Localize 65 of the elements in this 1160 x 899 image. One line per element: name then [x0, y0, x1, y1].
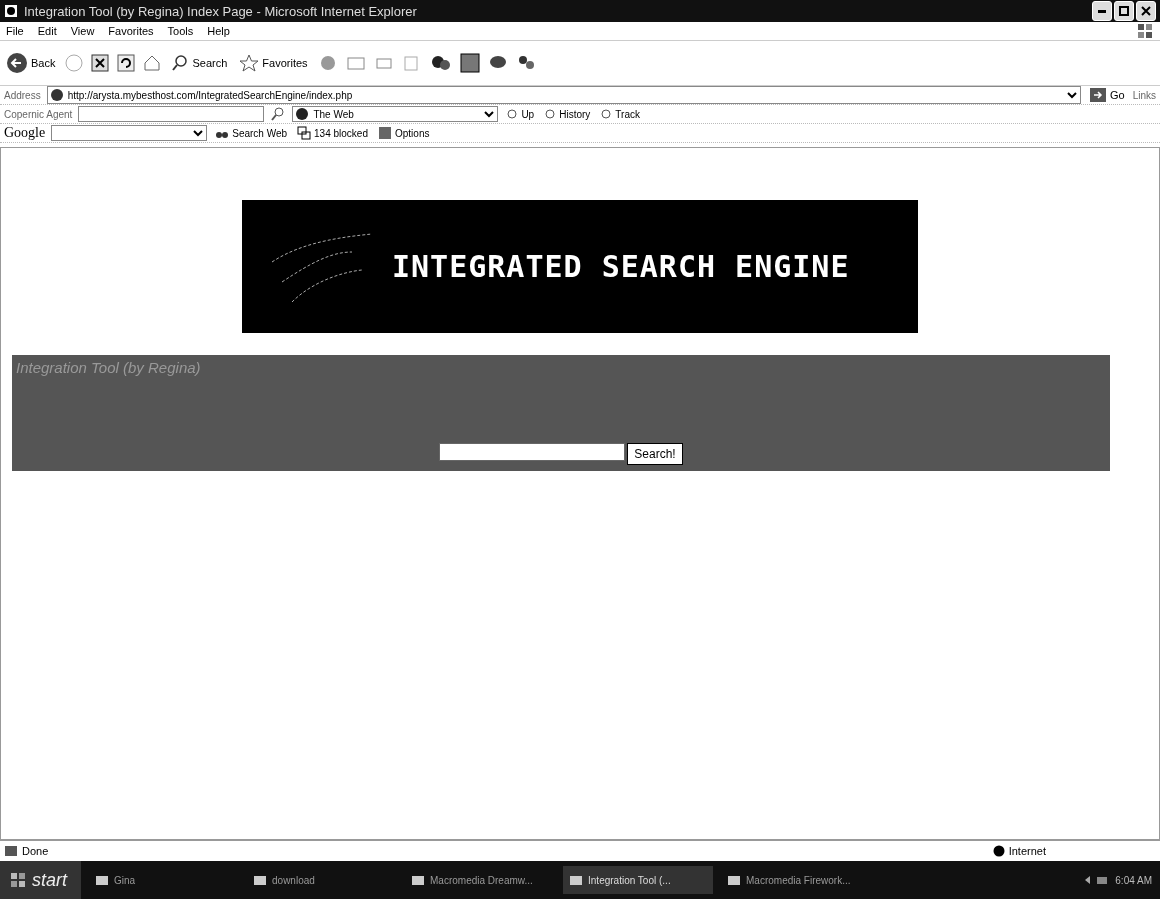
- search-field[interactable]: [439, 443, 626, 461]
- tray-icon: [1083, 874, 1110, 886]
- menu-item[interactable]: Help: [207, 25, 230, 37]
- window-icon: [95, 874, 109, 886]
- go-button[interactable]: Go: [1086, 86, 1127, 104]
- menu-item[interactable]: File: [6, 25, 24, 37]
- menu-item[interactable]: View: [70, 25, 95, 37]
- logo-text: INTEGRATED SEARCH ENGINE: [392, 249, 850, 284]
- back-button[interactable]: Back: [4, 51, 58, 75]
- close-icon: [1140, 5, 1152, 17]
- windows-logo-icon: [1136, 22, 1154, 40]
- dropdown-icon: [483, 108, 496, 120]
- window-icon: [253, 874, 267, 886]
- security-zone: Internet: [992, 845, 1046, 857]
- maximize-icon: [1118, 5, 1130, 17]
- search-submit-button[interactable]: Search!: [627, 443, 683, 465]
- panel-heading: Integration Tool (by Regina): [16, 359, 202, 376]
- menu-item[interactable]: Edit: [37, 25, 57, 37]
- clock: 6:04 AM: [1115, 874, 1152, 886]
- copernic-label: Copernic Agent: [4, 108, 73, 120]
- browser-icon: [4, 4, 18, 18]
- google-search-field[interactable]: [51, 125, 208, 141]
- maximize-button[interactable]: [1114, 1, 1134, 21]
- scope-dropdown[interactable]: The Web: [292, 106, 499, 122]
- toolbar-button[interactable]: History: [542, 107, 593, 121]
- search-icon: [270, 106, 287, 122]
- page-icon: [4, 845, 18, 857]
- picture-icon: [459, 53, 480, 73]
- home-icon: [143, 54, 162, 72]
- stop-icon: [91, 54, 110, 72]
- menu-item[interactable]: Favorites: [108, 25, 154, 37]
- google-menu[interactable]: Google: [4, 125, 46, 141]
- window-icon: [411, 874, 425, 886]
- windows-icon: [297, 126, 312, 140]
- toolbar-button[interactable]: Track: [598, 107, 642, 121]
- star-icon: [239, 54, 260, 72]
- menu-item[interactable]: Tools: [167, 25, 194, 37]
- close-button[interactable]: [1136, 1, 1156, 21]
- page-icon: [49, 88, 64, 102]
- start-button[interactable]: start: [0, 861, 81, 899]
- address-field[interactable]: http://arysta.mybesthost.com/IntegratedSearchEngine/index.php: [46, 86, 1081, 104]
- status-text: Done: [4, 845, 49, 857]
- dropdown-icon: [192, 127, 205, 139]
- minimize-button[interactable]: [1092, 1, 1112, 21]
- search-icon: [171, 54, 190, 72]
- window-icon: [727, 874, 741, 886]
- window-title: Integration Tool (by Regina) Index Page - Microsoft Internet Explorer: [24, 3, 417, 19]
- taskbar-item[interactable]: Integration Tool (...: [563, 866, 713, 894]
- toolbar-button[interactable]: Up: [504, 107, 537, 121]
- windows-logo-icon: [10, 872, 26, 888]
- options-button[interactable]: Options: [376, 125, 432, 141]
- address-label: Address: [4, 89, 41, 101]
- refresh-icon: [117, 54, 136, 72]
- url-text: http://arysta.mybesthost.com/IntegratedSearchEngine/index.php: [67, 89, 353, 101]
- window-icon: [569, 874, 583, 886]
- minimize-icon: [1098, 9, 1106, 13]
- favorites-button[interactable]: Favorites: [237, 53, 310, 73]
- search-button[interactable]: Search: [169, 53, 230, 73]
- messenger-icon: [429, 53, 452, 73]
- options-icon: [378, 126, 392, 140]
- links-label[interactable]: Links: [1132, 89, 1156, 101]
- search-web-button[interactable]: Search Web: [213, 125, 290, 141]
- popup-blocker-button[interactable]: 134 blocked: [295, 125, 370, 141]
- dropdown-icon: [1065, 89, 1078, 101]
- copernic-search-field[interactable]: [78, 106, 265, 122]
